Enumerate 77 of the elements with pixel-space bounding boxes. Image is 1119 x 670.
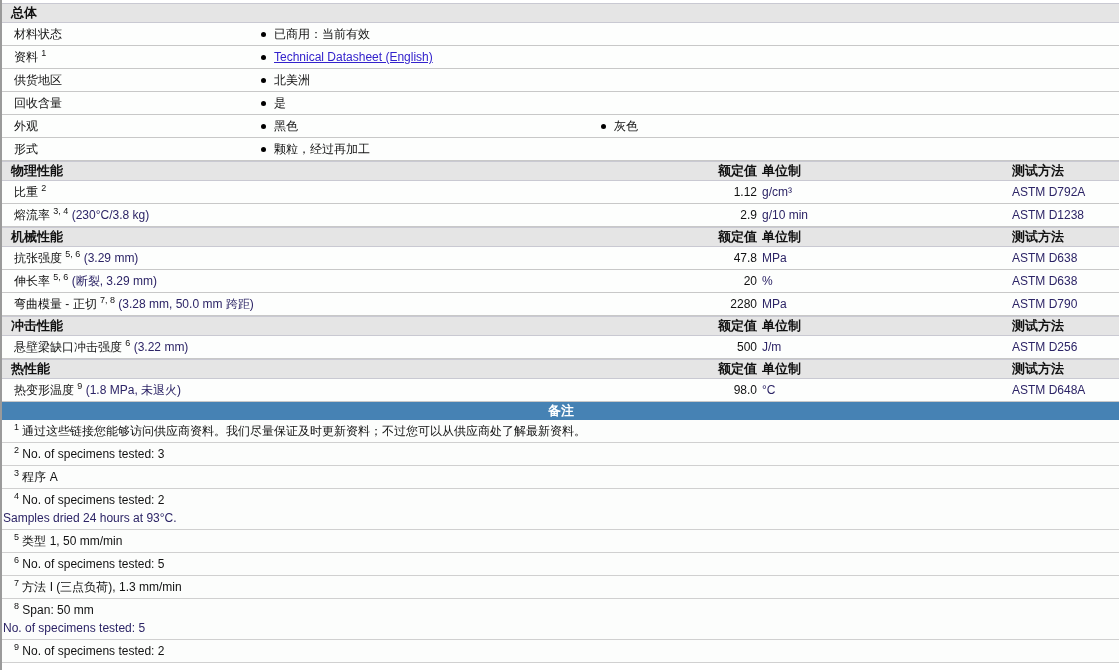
property-label: 伸长率 $^{5, 6}$ (断裂, 3.29 mm) <box>13 272 159 290</box>
footnote-text: $^{1}$ 通过这些链接您能够访问供应商资料。我们尽量保证及时更新资料；不过您可以从供应商处了解最新资料。 <box>13 422 588 440</box>
property-label: 熔流率 $^{3, 4}$ (230°C/3.8 kg) <box>13 206 151 224</box>
bullet-icon <box>261 146 266 152</box>
property-label: 供货地区 <box>13 71 63 89</box>
section-title: 冲击性能 <box>10 317 64 335</box>
test-method: ASTM D648A <box>1012 383 1087 397</box>
property-value: 灰色 <box>614 117 638 135</box>
unit-text: °C <box>762 383 777 397</box>
footnote-text: No. of specimens tested: 5 <box>2 620 147 637</box>
property-value: 是 <box>274 94 286 112</box>
nominal-value: 2.9 <box>739 208 758 222</box>
bullet-icon <box>261 54 266 60</box>
nominal-value: 1.12 <box>732 185 758 199</box>
bullet-icon <box>261 100 266 106</box>
section-title: 热性能 <box>10 360 51 378</box>
footnote-text: $^{3}$ 程序 A <box>13 468 59 486</box>
footnote-text: Samples dried 24 hours at 93°C. <box>2 510 178 527</box>
property-label: 外观 <box>13 117 39 135</box>
unit-text: g/10 min <box>762 208 810 222</box>
column-header: 单位制 <box>762 228 802 246</box>
unit-text: % <box>762 274 774 288</box>
datasheet-link[interactable]: Technical Datasheet (English) <box>274 50 433 64</box>
nominal-value: 47.8 <box>732 251 758 265</box>
property-label: 回收含量 <box>13 94 63 112</box>
column-header: 单位制 <box>762 360 802 378</box>
column-header: 额定值 <box>717 360 758 378</box>
column-header: 测试方法 <box>1012 162 1065 180</box>
property-value: 已商用：当前有效 <box>274 25 370 43</box>
footnote-text: $^{2}$ No. of specimens tested: 3 <box>13 445 166 463</box>
column-header: 测试方法 <box>1012 317 1065 335</box>
property-label: 悬壁梁缺口冲击强度 $^{6}$ (3.22 mm) <box>13 338 190 356</box>
footnote-text: $^{9}$ No. of specimens tested: 2 <box>13 642 166 660</box>
column-header: 单位制 <box>762 317 802 335</box>
nominal-value: 2280 <box>729 297 758 311</box>
column-header: 额定值 <box>717 228 758 246</box>
column-header: 单位制 <box>762 162 802 180</box>
column-header: 额定值 <box>717 317 758 335</box>
notes-header: 备注 <box>2 402 1119 420</box>
test-method: ASTM D1238 <box>1012 208 1086 222</box>
nominal-value: 500 <box>735 340 758 354</box>
property-label: 热变形温度 $^{9}$ (1.8 MPa, 未退火) <box>13 381 183 399</box>
property-value: 黑色 <box>274 117 298 135</box>
column-header: 测试方法 <box>1012 228 1065 246</box>
column-header: 测试方法 <box>1012 360 1065 378</box>
property-label: 比重 $^{2}$ <box>13 183 48 201</box>
column-header: 额定值 <box>717 162 758 180</box>
unit-text: J/m <box>762 340 783 354</box>
property-value: 颗粒，经过再加工 <box>274 140 370 158</box>
unit-text: MPa <box>762 297 788 311</box>
property-label: 形式 <box>13 140 39 158</box>
nominal-value: 98.0 <box>732 383 758 397</box>
unit-text: MPa <box>762 251 788 265</box>
test-method: ASTM D790 <box>1012 297 1079 311</box>
property-label: 资料 $^{1}$ <box>13 48 48 66</box>
property-label: 材料状态 <box>13 25 63 43</box>
section-title: 机械性能 <box>9 228 64 246</box>
bullet-icon <box>601 123 606 129</box>
test-method: ASTM D256 <box>1012 340 1079 354</box>
property-label: 弯曲模量 - 正切 $^{7, 8}$ (3.28 mm, 50.0 mm 跨距) <box>13 295 255 313</box>
test-method: ASTM D638 <box>1012 274 1079 288</box>
nominal-value: 20 <box>742 274 758 288</box>
section-title: 物理性能 <box>10 162 64 180</box>
section-title: 总体 <box>9 4 38 22</box>
property-value: 北美洲 <box>274 71 310 89</box>
bullet-icon <box>261 31 266 37</box>
footnote-text: $^{7}$ 方法 I (三点负荷), 1.3 mm/min <box>13 578 183 596</box>
bullet-icon <box>261 77 266 83</box>
unit-text: g/cm³ <box>762 185 793 199</box>
footnote-text: $^{5}$ 类型 1, 50 mm/min <box>13 532 124 550</box>
footnote-text: $^{4}$ No. of specimens tested: 2 <box>13 491 166 509</box>
test-method: ASTM D638 <box>1012 251 1079 265</box>
test-method: ASTM D792A <box>1012 185 1087 199</box>
bullet-icon <box>261 123 266 129</box>
property-label: 抗张强度 $^{5, 6}$ (3.29 mm) <box>13 249 140 267</box>
footnote-text: $^{6}$ No. of specimens tested: 5 <box>13 555 166 573</box>
footnote-text: $^{8}$ Span: 50 mm <box>13 601 95 619</box>
